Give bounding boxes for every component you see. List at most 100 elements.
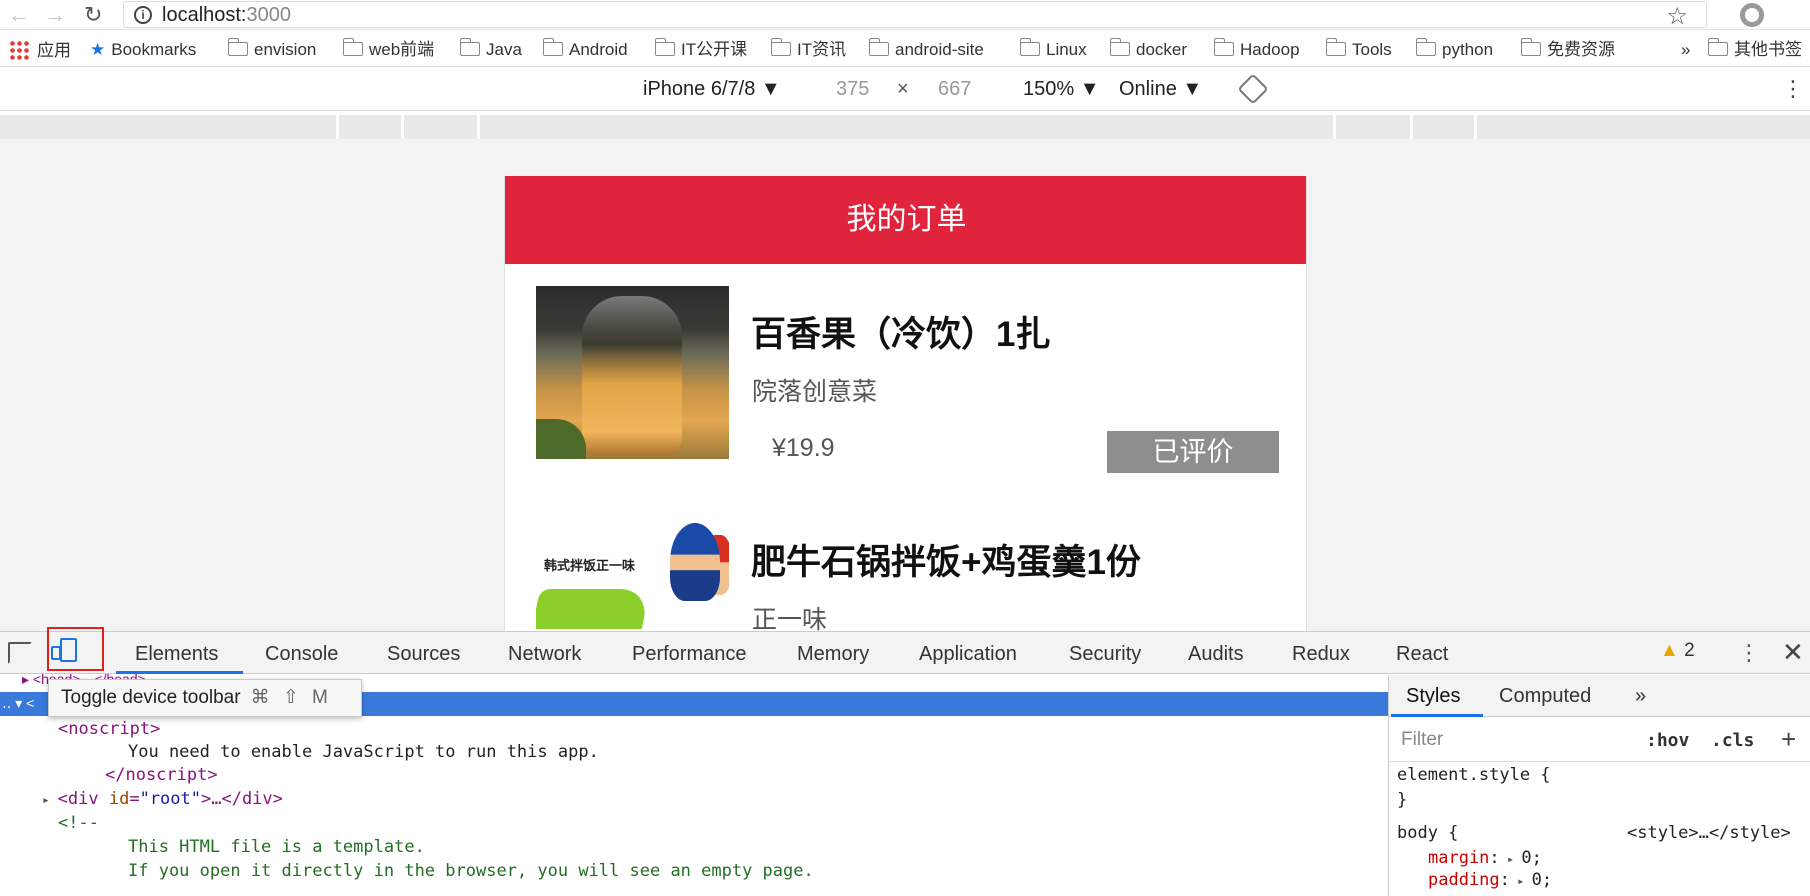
- hover-state-toggle[interactable]: :hov: [1646, 730, 1689, 751]
- class-toggle[interactable]: .cls: [1711, 730, 1754, 751]
- bookmark-folder[interactable]: IT资讯: [770, 38, 846, 60]
- tab-memory[interactable]: Memory: [797, 643, 869, 665]
- folder-icon: [1213, 38, 1234, 56]
- tab-console[interactable]: Console: [265, 643, 338, 665]
- forward-icon[interactable]: →: [44, 3, 66, 27]
- device-select[interactable]: iPhone 6/7/8 ▼: [643, 78, 781, 100]
- more-options-icon[interactable]: ⋮: [1782, 78, 1804, 100]
- media-query-bar[interactable]: [0, 115, 1810, 139]
- product-image-text: 韩式拌饭正一味: [544, 558, 636, 573]
- new-rule-icon[interactable]: +: [1781, 724, 1796, 755]
- info-icon[interactable]: i: [134, 6, 152, 24]
- extension-icon[interactable]: [1740, 3, 1764, 27]
- media-query-segment[interactable]: [477, 115, 480, 139]
- tab-styles[interactable]: Styles: [1406, 685, 1460, 708]
- folder-icon: [868, 38, 889, 56]
- folder-icon: [654, 38, 675, 56]
- tab-computed[interactable]: Computed: [1499, 685, 1591, 708]
- css-property-padding[interactable]: padding: ▸ 0;: [1428, 869, 1552, 892]
- tab-elements[interactable]: Elements: [135, 643, 218, 665]
- bookmark-folder[interactable]: Android: [542, 38, 628, 60]
- style-source-link[interactable]: <style>…</style>: [1627, 822, 1791, 844]
- css-property-margin[interactable]: margin: ▸ 0;: [1428, 847, 1542, 870]
- folder-icon: [1520, 38, 1541, 56]
- product-image[interactable]: 韩式拌饭正一味: [536, 521, 729, 631]
- order-price: ¥19.9: [772, 434, 835, 462]
- dom-comment[interactable]: This HTML file is a template.: [128, 836, 425, 858]
- folder-icon: [542, 38, 563, 56]
- tab-react[interactable]: React: [1396, 643, 1448, 665]
- bookmark-folder[interactable]: Hadoop: [1213, 38, 1300, 60]
- mascot-image: [670, 523, 720, 601]
- tab-redux[interactable]: Redux: [1292, 643, 1350, 665]
- media-query-segment[interactable]: [1410, 115, 1413, 139]
- toggle-device-toolbar-button[interactable]: [47, 627, 104, 671]
- reviewed-button[interactable]: 已评价: [1107, 431, 1279, 473]
- bookmark-bookmarks[interactable]: ★ Bookmarks: [90, 40, 196, 60]
- star-icon[interactable]: ☆: [1666, 2, 1688, 31]
- folder-icon: [770, 38, 791, 56]
- close-icon[interactable]: ✕: [1782, 637, 1804, 668]
- dom-text[interactable]: You need to enable JavaScript to run thi…: [128, 741, 599, 763]
- media-query-segment[interactable]: [1474, 115, 1477, 139]
- bookmark-folder[interactable]: IT公开课: [654, 38, 747, 60]
- filter-input[interactable]: Filter: [1401, 729, 1443, 751]
- tab-sources[interactable]: Sources: [387, 643, 460, 665]
- more-tabs-icon[interactable]: »: [1635, 685, 1646, 708]
- logo-shape: [536, 589, 651, 629]
- collapse-arrow-icon[interactable]: ‥ ▾ <: [2, 692, 34, 714]
- bookmark-folder[interactable]: envision: [227, 38, 316, 60]
- bookmark-folder[interactable]: Linux: [1019, 38, 1087, 60]
- bookmark-folder[interactable]: android-site: [868, 38, 984, 60]
- tab-audits[interactable]: Audits: [1188, 643, 1244, 665]
- tab-performance[interactable]: Performance: [632, 643, 747, 665]
- folder-icon: [459, 38, 480, 56]
- bookmark-apps[interactable]: 应用: [9, 40, 71, 61]
- folder-icon: [1325, 38, 1346, 56]
- bookmark-folder[interactable]: Java: [459, 38, 522, 60]
- network-select[interactable]: Online ▼: [1119, 78, 1202, 100]
- devtools-tabbar: Elements Console Sources Network Perform…: [0, 631, 1810, 674]
- media-query-segment[interactable]: [336, 115, 339, 139]
- width-input[interactable]: 375: [836, 78, 869, 100]
- warning-counter[interactable]: ▲ 2: [1660, 640, 1695, 662]
- dom-comment[interactable]: <!--: [58, 812, 99, 834]
- media-query-segment[interactable]: [1333, 115, 1336, 139]
- more-options-icon[interactable]: ⋮: [1738, 640, 1760, 666]
- tab-security[interactable]: Security: [1069, 643, 1141, 665]
- url-text[interactable]: localhost:3000: [162, 4, 291, 26]
- inspect-element-icon[interactable]: [8, 642, 32, 664]
- folder-icon: [1707, 38, 1728, 56]
- bookmark-folder[interactable]: docker: [1109, 38, 1187, 60]
- omnibox[interactable]: i localhost:3000 ☆: [123, 1, 1707, 31]
- back-icon[interactable]: ←: [8, 3, 30, 27]
- element-style-rule[interactable]: element.style {: [1397, 764, 1551, 786]
- order-title: 肥牛石锅拌饭+鸡蛋羹1份: [751, 543, 1141, 582]
- bookmark-other[interactable]: 其他书签: [1707, 38, 1802, 60]
- tab-network[interactable]: Network: [508, 643, 581, 665]
- device-icon: [51, 646, 61, 660]
- leaf-image: [536, 419, 586, 459]
- height-input[interactable]: 667: [938, 78, 971, 100]
- bookmark-folder[interactable]: web前端: [342, 38, 434, 60]
- dom-node-root[interactable]: ▸ <div id="root">…</div>: [42, 788, 283, 812]
- media-query-segment[interactable]: [401, 115, 404, 139]
- dom-comment[interactable]: If you open it directly in the browser, …: [128, 860, 814, 882]
- order-title: 百香果（冷饮）1扎: [751, 315, 1051, 354]
- bookmark-folder[interactable]: python: [1415, 38, 1493, 60]
- zoom-select[interactable]: 150% ▼: [1023, 78, 1100, 100]
- address-bar-row: ← → ↻ i localhost:3000 ☆: [0, 0, 1810, 30]
- body-rule-selector[interactable]: body {: [1397, 822, 1458, 844]
- product-image[interactable]: [536, 286, 729, 459]
- folder-icon: [1415, 38, 1436, 56]
- dom-node-close[interactable]: </noscript>: [105, 764, 218, 786]
- bookmarks-overflow[interactable]: »: [1681, 40, 1690, 60]
- reload-icon[interactable]: ↻: [84, 3, 102, 27]
- bookmark-folder[interactable]: 免费资源: [1520, 38, 1615, 60]
- mobile-page: 我的订单 百香果（冷饮）1扎 院落创意菜 ¥19.9 已评价 韩式拌饭正一味 肥…: [504, 176, 1307, 631]
- page-header: 我的订单: [505, 176, 1306, 264]
- tooltip: Toggle device toolbar ⌘ ⇧ M: [48, 679, 362, 717]
- tab-application[interactable]: Application: [919, 643, 1017, 665]
- dom-node-noscript[interactable]: <noscript>: [58, 718, 160, 740]
- bookmark-folder[interactable]: Tools: [1325, 38, 1392, 60]
